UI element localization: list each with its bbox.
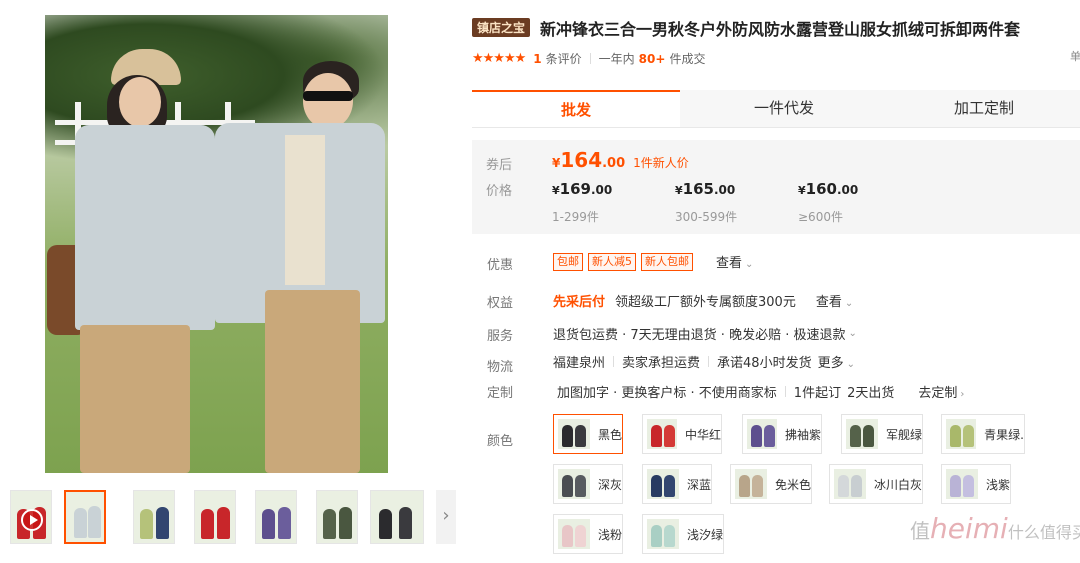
promo-tag[interactable]: 新人减5 — [588, 252, 636, 271]
price-label: 价格 — [486, 184, 513, 199]
thumbnail-next-button[interactable]: › — [436, 490, 456, 544]
logistics-label: 物流 — [487, 360, 514, 375]
chevron-right-icon: › — [442, 505, 450, 526]
chevron-down-icon: ⌄ — [745, 259, 754, 270]
ship-origin: 福建泉州 — [553, 356, 606, 371]
site-watermark: 值heimi什么值得买 — [910, 512, 1080, 545]
promo-tag[interactable]: 新人包邮 — [641, 252, 693, 271]
moq-text: 1件起订 — [793, 386, 842, 401]
discount-row: 包邮 新人减5 新人包邮 查看 ⌄ — [553, 252, 753, 271]
chevron-down-icon: ⌄ — [846, 359, 855, 370]
new-customer-price-note: 1件新人价 — [633, 156, 689, 170]
go-customize-link[interactable]: 去定制 › — [918, 382, 964, 401]
custom-options-text: 加图加字 · 更换客户标 · 不使用商家标 — [557, 386, 777, 401]
chevron-down-icon: ⌄ — [844, 298, 854, 309]
service-row[interactable]: 退货包运费 · 7天无理由退货 · 晚发必赔 · 极速退款 ⌄ — [553, 324, 857, 343]
thumbnail-image[interactable] — [316, 490, 358, 544]
thumbnail-image[interactable] — [194, 490, 236, 544]
color-swatch-light-pink[interactable]: 浅粉 — [553, 514, 623, 554]
coupon-price-label: 券后 — [486, 158, 513, 173]
purchase-mode-tabs: 批发 一件代发 加工定制 — [472, 90, 1080, 128]
thumbnail-video[interactable] — [10, 490, 52, 544]
price-tier: ¥165.00 300-599件 — [675, 180, 738, 224]
pay-later-highlight: 先采后付 — [553, 295, 606, 310]
play-icon[interactable] — [21, 509, 43, 531]
color-swatch-mint-green[interactable]: 浅汐绿 — [642, 514, 724, 554]
color-swatch-army-green[interactable]: 军舰绿 — [841, 414, 923, 454]
color-swatch-purple[interactable]: 拂袖紫 — [742, 414, 822, 454]
tab-wholesale[interactable]: 批发 — [472, 90, 680, 127]
star-rating-icon: ★★★★★ — [472, 51, 526, 66]
tab-dropship[interactable]: 一件代发 — [680, 90, 888, 127]
price-tier: ¥160.00 ≥600件 — [798, 180, 859, 224]
color-swatch-lime-green[interactable]: 青果绿. — [941, 414, 1025, 454]
divider — [589, 53, 591, 64]
color-swatch-glacier-white[interactable]: 冰川白灰 — [829, 464, 923, 504]
service-text: 退货包运费 · 7天无理由退货 · 晚发必赔 · 极速退款 — [553, 328, 846, 343]
rating-row: ★★★★★ 1 条评价 一年内 80+ 件成交 — [472, 50, 705, 67]
sales-count: 80+ — [638, 51, 666, 66]
product-main-image[interactable] — [45, 15, 388, 473]
review-label[interactable]: 条评价 — [546, 50, 582, 67]
sales-prefix: 一年内 — [598, 52, 635, 66]
color-swatch-navy[interactable]: 深蓝 — [642, 464, 712, 504]
rights-label: 权益 — [487, 296, 514, 311]
coupon-price: ¥164.00 1件新人价 — [552, 148, 689, 172]
review-count[interactable]: 1 — [533, 52, 541, 66]
sales-suffix: 件成交 — [669, 52, 706, 66]
color-swatch-dark-grey[interactable]: 深灰 — [553, 464, 623, 504]
freight-text: 卖家承担运费 — [622, 356, 701, 371]
color-swatch-red[interactable]: 中华红 — [642, 414, 722, 454]
lead-time-text: 2天出货 — [847, 386, 895, 401]
color-label: 颜色 — [487, 434, 514, 449]
rights-row: 先采后付 领超级工厂额外专属额度300元 查看 ⌄ — [553, 291, 853, 310]
thumbnail-image[interactable] — [255, 490, 297, 544]
thumbnail-image[interactable] — [64, 490, 106, 544]
rights-view-link[interactable]: 查看 ⌄ — [816, 291, 853, 310]
product-title: 新冲锋衣三合一男秋冬户外防风防水露营登山服女抓绒可拆卸两件套 — [540, 20, 1021, 39]
thumbnail-image[interactable] — [370, 490, 424, 544]
color-swatch-black[interactable]: 黑色 — [553, 414, 623, 454]
ship-promise: 承诺48小时发货 — [717, 356, 812, 371]
model-woman — [45, 15, 215, 473]
color-swatch-beige[interactable]: 免米色 — [730, 464, 812, 504]
custom-label: 定制 — [487, 386, 514, 401]
thumbnail-strip: › — [8, 488, 456, 548]
service-label: 服务 — [487, 329, 514, 344]
color-swatch-light-purple[interactable]: 浅紫 — [941, 464, 1011, 504]
logistics-row: 福建泉州 卖家承担运费 承诺48小时发货 更多 ⌄ — [553, 352, 855, 371]
chevron-right-icon: › — [960, 389, 965, 400]
discount-label: 优惠 — [487, 258, 514, 273]
tab-custom-processing[interactable]: 加工定制 — [888, 90, 1080, 127]
custom-row: 加图加字 · 更换客户标 · 不使用商家标 1件起订 2天出货 去定制 › — [557, 382, 964, 401]
logistics-more-link[interactable]: 更多 ⌄ — [818, 352, 855, 371]
price-box: 券后 价格 ¥164.00 1件新人价 ¥169.00 1-299件 ¥165.0… — [472, 140, 1080, 234]
rights-text: 领超级工厂额外专属额度300元 — [615, 295, 796, 310]
chevron-down-icon: ⌄ — [848, 328, 857, 339]
model-man — [205, 15, 385, 473]
store-badge: 镇店之宝 — [472, 18, 531, 37]
discount-view-link[interactable]: 查看 ⌄ — [716, 252, 753, 271]
promo-tag[interactable]: 包邮 — [553, 252, 583, 271]
title-overflow-text: 单 — [1070, 50, 1080, 63]
thumbnail-image[interactable] — [133, 490, 175, 544]
price-tier: ¥169.00 1-299件 — [552, 180, 613, 224]
